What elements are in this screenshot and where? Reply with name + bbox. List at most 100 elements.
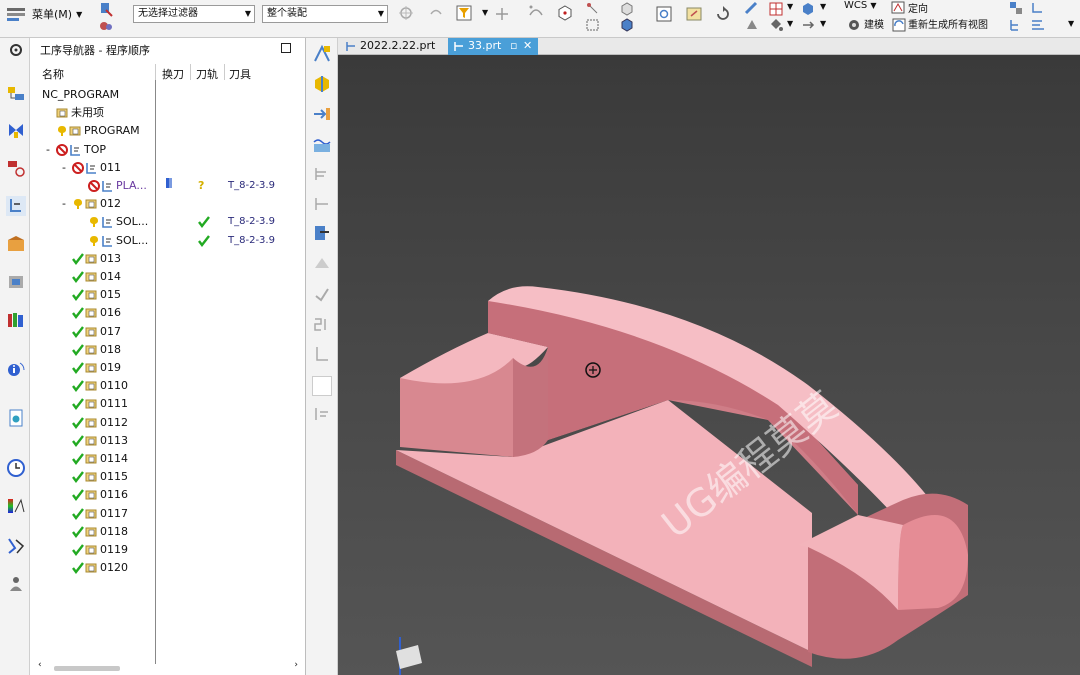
hexagon-point-icon[interactable] bbox=[557, 5, 573, 21]
program-group-row[interactable]: 0119 bbox=[30, 541, 306, 559]
box-select-icon[interactable] bbox=[585, 17, 601, 33]
program-group-row[interactable]: 未用项 bbox=[30, 104, 306, 122]
list-toolpath-icon[interactable] bbox=[312, 164, 332, 184]
operation-row[interactable]: - TOP bbox=[30, 141, 306, 159]
scroll-right-icon[interactable]: › bbox=[294, 660, 298, 670]
program-group-row[interactable]: 0110 bbox=[30, 377, 306, 395]
constraint-icon[interactable] bbox=[1030, 0, 1046, 16]
program-group-row[interactable]: 015 bbox=[30, 286, 306, 304]
scroll-left-icon[interactable]: ‹ bbox=[38, 660, 42, 670]
generate-toolpath-icon[interactable] bbox=[312, 44, 332, 64]
roles-user-icon[interactable] bbox=[6, 574, 26, 594]
tab-33-part[interactable]: 33.prt ▫ ✕ bbox=[448, 38, 538, 55]
shop-doc-icon[interactable] bbox=[312, 254, 332, 274]
tab-2022-part[interactable]: 2022.2.22.prt bbox=[340, 38, 440, 55]
shading-icon[interactable] bbox=[744, 17, 760, 33]
operation-row[interactable]: SOL... T_8-2-3.9 bbox=[30, 232, 306, 250]
simulate-machine-icon[interactable] bbox=[312, 344, 332, 364]
program-group-row[interactable]: - 012 bbox=[30, 195, 306, 213]
wcs-menu[interactable]: WCS ▼ bbox=[844, 0, 877, 11]
list-align-icon[interactable] bbox=[1030, 17, 1046, 33]
chevron-down-icon[interactable]: ▼ bbox=[1068, 19, 1074, 28]
layer-grid-icon[interactable] bbox=[768, 1, 784, 17]
box-view-icon[interactable] bbox=[800, 1, 816, 17]
machine-navigator-icon[interactable] bbox=[6, 234, 26, 254]
gear-icon[interactable] bbox=[6, 40, 26, 60]
program-group-row[interactable]: PROGRAM bbox=[30, 122, 306, 140]
cube-blue-icon[interactable] bbox=[619, 17, 635, 33]
render-style-icon[interactable] bbox=[744, 1, 760, 17]
program-group-row[interactable]: 0117 bbox=[30, 505, 306, 523]
program-group-row[interactable]: 0115 bbox=[30, 468, 306, 486]
graphics-viewport[interactable]: UG编程莫莫 bbox=[338, 55, 1080, 675]
program-group-row[interactable]: 0118 bbox=[30, 523, 306, 541]
history-clock-icon[interactable] bbox=[6, 458, 26, 478]
program-group-row[interactable]: 019 bbox=[30, 359, 306, 377]
nc-edit-icon[interactable] bbox=[312, 404, 332, 424]
build-label[interactable]: 建模 bbox=[864, 16, 884, 31]
regen-views-label[interactable]: 重新生成所有视图 bbox=[908, 16, 988, 31]
part-model-svg[interactable] bbox=[338, 55, 1080, 675]
rotate-view-icon[interactable] bbox=[715, 6, 731, 22]
selection-filter-dropdown[interactable]: 无选择过滤器 ▼ bbox=[133, 5, 255, 23]
spectrum-analysis-icon[interactable] bbox=[6, 496, 26, 516]
filter-add-icon[interactable] bbox=[456, 5, 472, 21]
program-group-row[interactable]: 016 bbox=[30, 304, 306, 322]
cube-outline-icon[interactable] bbox=[619, 1, 635, 17]
library-books-icon[interactable] bbox=[6, 310, 26, 330]
snap-point-icon[interactable] bbox=[398, 5, 414, 21]
zoom-fit-icon[interactable] bbox=[656, 6, 672, 22]
undo-arrow-icon[interactable] bbox=[428, 5, 444, 21]
select-feature-icon[interactable] bbox=[98, 2, 114, 18]
paint-bucket-icon[interactable] bbox=[768, 17, 784, 33]
program-group-row[interactable]: 0116 bbox=[30, 486, 306, 504]
zoom-area-icon[interactable] bbox=[686, 6, 702, 22]
constraint-navigator-icon[interactable] bbox=[6, 158, 26, 178]
tool-path-icon[interactable] bbox=[6, 536, 26, 556]
operation-row[interactable]: - 011 bbox=[30, 159, 306, 177]
snap-endpoint-icon[interactable] bbox=[585, 1, 601, 17]
info-signal-icon[interactable] bbox=[6, 358, 26, 378]
program-group-row[interactable]: NC_PROGRAM bbox=[30, 86, 306, 104]
horizontal-scrollbar[interactable]: ‹ › bbox=[38, 660, 298, 674]
program-group-row[interactable]: 013 bbox=[30, 250, 306, 268]
build-gear-icon[interactable] bbox=[846, 17, 862, 33]
orient-icon[interactable] bbox=[890, 0, 906, 16]
select-body-icon[interactable] bbox=[98, 18, 114, 34]
replay-toolpath-icon[interactable] bbox=[312, 104, 332, 124]
document-web-icon[interactable] bbox=[6, 408, 26, 428]
collapse-toggle-icon[interactable]: - bbox=[62, 159, 66, 177]
program-group-row[interactable]: 017 bbox=[30, 323, 306, 341]
program-group-row[interactable]: 0112 bbox=[30, 414, 306, 432]
collapse-toggle-icon[interactable]: - bbox=[46, 141, 50, 159]
program-group-row[interactable]: 0120 bbox=[30, 559, 306, 577]
operation-row[interactable]: SOL... T_8-2-3.9 bbox=[30, 213, 306, 231]
collapse-toggle-icon[interactable]: - bbox=[62, 195, 66, 213]
program-group-row[interactable]: 0114 bbox=[30, 450, 306, 468]
crosshair-icon[interactable] bbox=[494, 6, 510, 22]
column-header-tool[interactable]: 刀具 bbox=[229, 66, 251, 82]
material-removal-icon[interactable] bbox=[312, 134, 332, 154]
curve-rule-icon[interactable] bbox=[528, 3, 544, 19]
assembly-navigator-icon[interactable] bbox=[6, 120, 26, 140]
regen-views-icon[interactable] bbox=[891, 17, 907, 33]
assembly-scope-dropdown[interactable]: 整个装配 ▼ bbox=[262, 5, 388, 23]
verify-icon[interactable] bbox=[312, 74, 332, 94]
program-group-row[interactable]: 0111 bbox=[30, 395, 306, 413]
number-sequence-icon[interactable] bbox=[312, 314, 332, 334]
assembly-nav-icon[interactable] bbox=[1008, 0, 1024, 16]
program-group-row[interactable]: 018 bbox=[30, 341, 306, 359]
view-transform-icon[interactable] bbox=[800, 17, 816, 33]
column-header-tool-change[interactable]: 换刀 bbox=[162, 66, 184, 82]
program-group-row[interactable]: 0113 bbox=[30, 432, 306, 450]
machine-tool-icon[interactable] bbox=[6, 272, 26, 292]
close-icon[interactable]: ✕ bbox=[523, 38, 532, 54]
orient-label[interactable]: 定向 bbox=[908, 0, 928, 15]
operation-row[interactable]: PLA...? T_8-2-3.9 bbox=[30, 177, 306, 195]
scrollbar-thumb[interactable] bbox=[54, 666, 120, 671]
batch-process-icon[interactable] bbox=[312, 284, 332, 304]
menu-button[interactable]: 菜单(M) ▼ bbox=[6, 6, 82, 22]
part-navigator-icon[interactable] bbox=[6, 84, 26, 104]
maximize-icon[interactable] bbox=[281, 43, 291, 53]
tree-arrange-icon[interactable] bbox=[1008, 17, 1024, 33]
